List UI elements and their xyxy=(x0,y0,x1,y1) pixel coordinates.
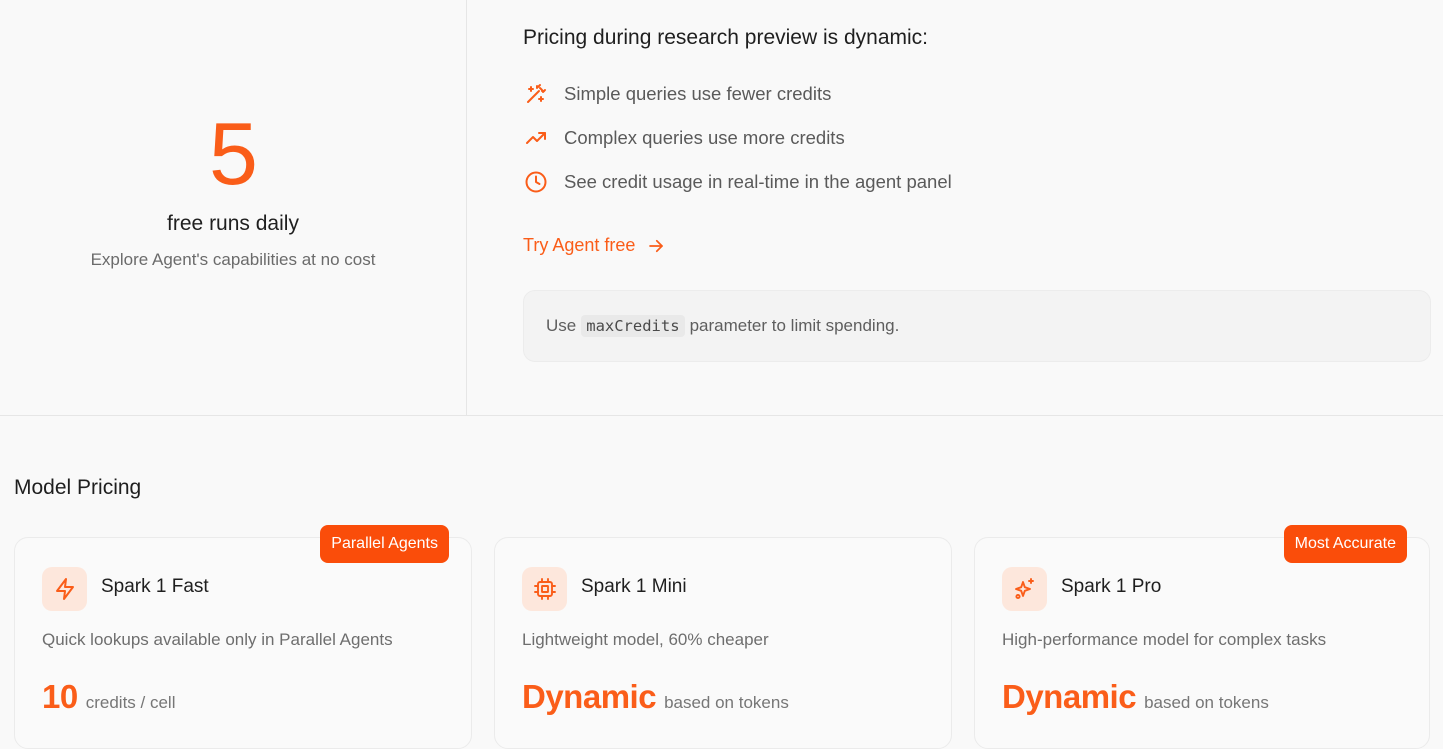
trending-up-icon xyxy=(526,132,546,144)
pricing-page: 5 free runs daily Explore Agent's capabi… xyxy=(0,0,1443,749)
feature-item: Simple queries use fewer credits xyxy=(523,82,831,106)
free-runs-subtitle: Explore Agent's capabilities at no cost xyxy=(90,250,376,269)
clock-icon xyxy=(525,171,547,193)
model-icon-box xyxy=(1002,567,1047,611)
parallel-agents-badge: Parallel Agents xyxy=(320,525,449,563)
max-credits-code: maxCredits xyxy=(581,315,685,337)
free-runs-panel: 5 free runs daily Explore Agent's capabi… xyxy=(0,0,467,416)
price-value: 10 xyxy=(42,678,78,715)
note-prefix: Use xyxy=(546,316,577,335)
model-price: 10 credits / cell xyxy=(42,678,175,716)
most-accurate-badge: Most Accurate xyxy=(1283,525,1407,563)
model-card-spark-1-mini: Spark 1 Mini Lightweight model, 60% chea… xyxy=(494,537,952,749)
model-pricing-title: Model Pricing xyxy=(14,476,142,499)
feature-text: See credit usage in real-time in the age… xyxy=(564,171,952,192)
magic-wand-icon xyxy=(527,84,546,103)
model-price: Dynamic based on tokens xyxy=(1002,678,1269,716)
model-card-spark-1-pro: Most Accurate Spark 1 Pro High-performan… xyxy=(974,525,1430,749)
top-section: 5 free runs daily Explore Agent's capabi… xyxy=(0,0,1443,416)
try-agent-free-label: Try Agent free xyxy=(523,235,636,255)
pricing-title: Pricing during research preview is dynam… xyxy=(523,26,928,49)
model-icon-box xyxy=(42,567,87,611)
model-price: Dynamic based on tokens xyxy=(522,678,789,716)
model-description: Lightweight model, 60% cheaper xyxy=(522,630,769,649)
price-value: Dynamic xyxy=(522,678,657,715)
price-unit: based on tokens xyxy=(664,693,789,712)
model-icon-box xyxy=(522,567,567,611)
model-description: High-performance model for complex tasks xyxy=(1002,630,1327,649)
free-runs-label: free runs daily xyxy=(167,212,299,235)
price-value: Dynamic xyxy=(1002,678,1137,715)
max-credits-note: Use maxCredits parameter to limit spendi… xyxy=(523,290,1431,362)
cpu-chip-icon xyxy=(533,578,556,600)
lightning-icon xyxy=(55,578,74,600)
price-unit: based on tokens xyxy=(1144,693,1269,712)
dynamic-pricing-panel: Pricing during research preview is dynam… xyxy=(523,0,1443,416)
model-name: Spark 1 Fast xyxy=(101,576,209,597)
feature-item: See credit usage in real-time in the age… xyxy=(523,170,952,194)
free-runs-count: 5 xyxy=(209,104,258,203)
try-agent-free-link[interactable]: Try Agent free xyxy=(523,235,665,256)
note-suffix: parameter to limit spending. xyxy=(689,316,900,335)
model-name: Spark 1 Mini xyxy=(581,576,687,597)
model-name: Spark 1 Pro xyxy=(1061,576,1162,597)
feature-text: Complex queries use more credits xyxy=(564,127,845,148)
price-unit: credits / cell xyxy=(85,693,176,712)
model-card-spark-1-fast: Parallel Agents Spark 1 Fast Quick looku… xyxy=(14,525,472,749)
arrow-right-icon xyxy=(649,239,664,252)
model-description: Quick lookups available only in Parallel… xyxy=(42,630,393,649)
feature-text: Simple queries use fewer credits xyxy=(564,83,832,104)
feature-item: Complex queries use more credits xyxy=(523,126,845,150)
sparkles-icon xyxy=(1014,578,1034,600)
